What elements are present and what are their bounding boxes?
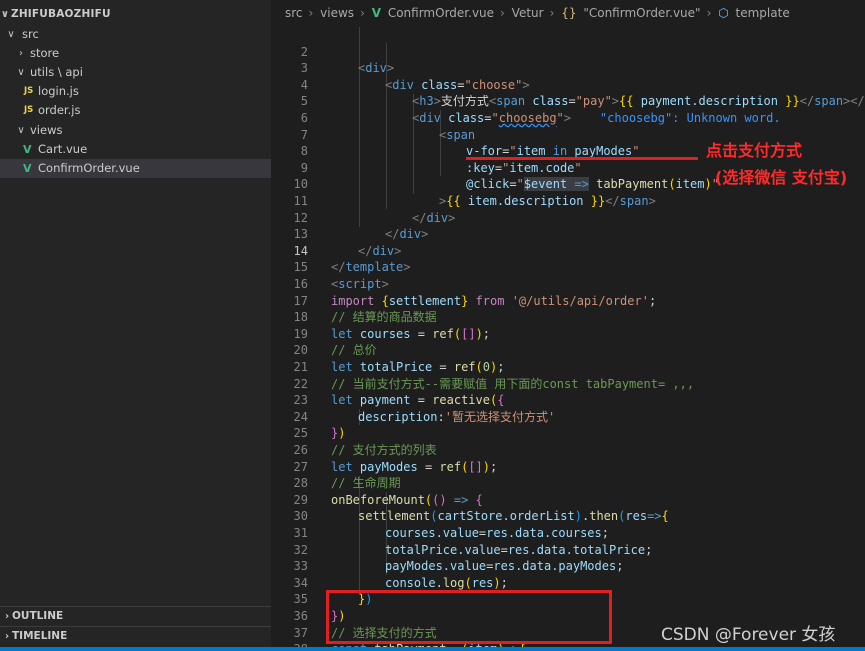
code-line: 28 onBeforeMount(() => { xyxy=(271,459,865,507)
js-file-icon: JS xyxy=(24,86,34,96)
code-line: 26 let payModes = ref([]); xyxy=(271,425,865,474)
outline-panel-header[interactable]: › OUTLINE xyxy=(0,606,271,626)
chevron-right-icon: › xyxy=(549,6,555,20)
code-line: 34 }) xyxy=(271,558,865,607)
chevron-right-icon: › xyxy=(4,611,10,622)
chevron-down-icon: ∨ xyxy=(17,67,25,78)
chevron-right-icon: › xyxy=(706,6,712,20)
code-line: 35 }) xyxy=(271,575,865,623)
breadcrumb-item[interactable]: "ConfirmOrder.vue" xyxy=(583,6,700,20)
code-line: 25 // 支付方式的列表 xyxy=(271,409,865,457)
breadcrumb-item[interactable]: ConfirmOrder.vue xyxy=(388,6,494,20)
code-line: 15 <script> xyxy=(271,243,865,291)
code-line: 24 }) xyxy=(271,392,865,441)
code-line: 33 console.log(res); xyxy=(271,542,865,590)
tree-folder-store[interactable]: › store xyxy=(0,44,271,63)
code-line: 6 <span xyxy=(271,93,865,142)
breadcrumb-item[interactable]: template xyxy=(736,6,790,20)
breadcrumb-item[interactable]: src xyxy=(285,6,303,20)
breadcrumb-item[interactable]: Vetur xyxy=(512,6,544,20)
code-line: 19 // 总价 xyxy=(271,309,865,358)
breadcrumb-item[interactable]: views xyxy=(320,6,354,20)
code-line: 13 </div> xyxy=(271,210,865,258)
code-line: 12 </div> xyxy=(271,193,865,242)
code-line: 32 payModes.value=res.data.payModes; xyxy=(271,525,865,574)
annotation-text: (选择微信 支付宝) xyxy=(715,168,848,187)
code-line: 22 let payment = reactive({ xyxy=(271,359,865,408)
tree-item-label: store xyxy=(30,46,60,60)
breadcrumb: src › views › V ConfirmOrder.vue › Vetur › {… xyxy=(271,0,865,27)
explorer-root-label: ZHIFUBAOZHIFU xyxy=(11,8,111,20)
code-line: 30 courses.value=res.data.courses; xyxy=(271,492,865,540)
tree-item-label: src xyxy=(22,27,39,41)
explorer-root[interactable]: ∨ ZHIFUBAOZHIFU xyxy=(0,5,271,24)
code-line: 23 description:'暂无选择支付方式' xyxy=(271,376,865,424)
tree-folder-src[interactable]: ∨ src xyxy=(0,25,271,44)
chevron-right-icon: › xyxy=(500,6,505,20)
chevron-down-icon: ∨ xyxy=(0,9,10,20)
annotation-underline xyxy=(466,157,698,160)
braces-icon: {} xyxy=(561,6,577,20)
status-bar xyxy=(0,647,865,651)
tree-folder-utils-api[interactable]: ∨ utils \ api xyxy=(0,63,271,82)
chevron-right-icon: › xyxy=(308,6,314,20)
code-line: 29 settlement(cartStore.orderList).then(… xyxy=(271,475,865,524)
code-line: 27 // 生命周期 xyxy=(271,442,865,491)
vue-file-icon: V xyxy=(23,143,32,156)
code-line: 14 </template> xyxy=(271,226,865,275)
vue-file-icon: V xyxy=(371,6,381,20)
chevron-down-icon: ∨ xyxy=(7,29,15,40)
tree-item-label: utils \ api xyxy=(30,65,83,79)
code-line: 5 <div class="choosebg"> "choosebg": Unk… xyxy=(271,77,865,125)
code-line: 4 <h3>支付方式<span class="pay">{{ payment.d… xyxy=(271,60,865,109)
explorer-sidebar: ∨ ZHIFUBAOZHIFU ∨ src › store ∨ utils \ … xyxy=(0,0,271,651)
code-line: 20 let totalPrice = ref(0); xyxy=(271,326,865,374)
code-line: 21 // 当前支付方式--需要赋值 用下面的const tabPayment=… xyxy=(271,342,865,391)
chevron-right-icon: › xyxy=(4,631,10,642)
watermark: CSDN @Forever 女孩 xyxy=(661,625,836,645)
cube-icon: ⬡ xyxy=(718,6,729,20)
code-line: 17 // 结算的商品数据 xyxy=(271,276,865,325)
tree-file-cart-vue[interactable]: V Cart.vue xyxy=(0,140,271,159)
tree-file-login-js[interactable]: JS login.js xyxy=(0,82,271,101)
chevron-right-icon: › xyxy=(360,6,365,20)
timeline-panel-header[interactable]: › TIMELINE xyxy=(0,626,271,646)
code-line: 18 let courses = ref([]); xyxy=(271,293,865,341)
tree-item-label: login.js xyxy=(38,84,79,98)
timeline-label: TIMELINE xyxy=(12,630,68,642)
vue-file-icon: V xyxy=(23,162,32,175)
tree-folder-views[interactable]: ∨ views xyxy=(0,121,271,140)
annotation-box xyxy=(326,590,612,644)
code-line: 2 <div> xyxy=(271,27,865,76)
tree-item-label: ConfirmOrder.vue xyxy=(38,161,140,175)
code-line: 31 totalPrice.value=res.data.totalPrice; xyxy=(271,508,865,557)
tree-file-order-js[interactable]: JS order.js xyxy=(0,101,271,120)
annotation-text: 点击支付方式 xyxy=(706,141,803,160)
chevron-down-icon: ∨ xyxy=(17,125,25,136)
tree-file-confirmorder-vue[interactable]: V ConfirmOrder.vue xyxy=(0,159,271,178)
code-line: 3 <div class="choose"> xyxy=(271,44,865,92)
chevron-right-icon: › xyxy=(19,48,23,59)
tree-item-label: views xyxy=(30,123,63,137)
code-editor[interactable]: 2 <div> 3 <div class="choose"> 4 <h3>支付方… xyxy=(271,27,865,647)
code-line: 16 import {settlement} from '@/utils/api… xyxy=(271,259,865,308)
outline-label: OUTLINE xyxy=(12,610,64,622)
tree-item-label: Cart.vue xyxy=(38,142,88,156)
code-line: 7 v-for="item in payModes" xyxy=(271,110,865,159)
js-file-icon: JS xyxy=(24,105,34,115)
tree-item-label: order.js xyxy=(38,103,81,117)
